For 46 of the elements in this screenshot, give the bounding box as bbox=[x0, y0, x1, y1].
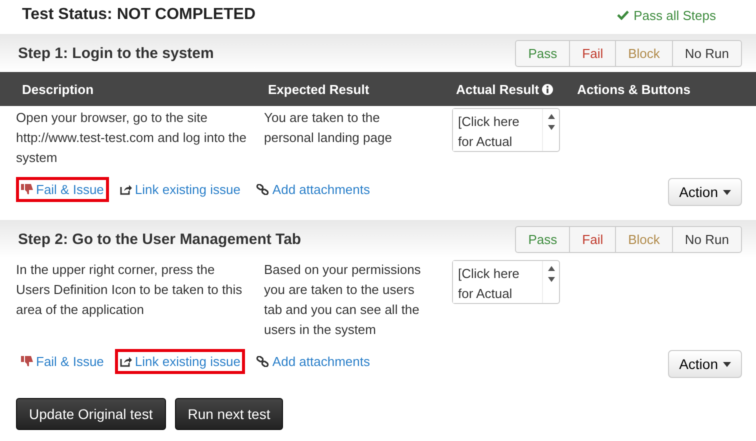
step-link[interactable]: Link existing issue bbox=[114, 348, 246, 374]
column-header: Description bbox=[22, 82, 95, 96]
actual-result-field[interactable]: [Click here for Actual bbox=[452, 108, 560, 152]
step-link[interactable]: Fail & Issue bbox=[16, 348, 109, 374]
step-title: Step 2: Go to the User Management Tab bbox=[18, 230, 302, 248]
step-description: Open your browser, go to the site http://www.test-test.com and log into the system bbox=[16, 109, 248, 167]
pass-all-steps-link[interactable]: Pass all Steps bbox=[616, 8, 716, 22]
column-header: Expected Result bbox=[268, 82, 370, 96]
result-button[interactable]: Pass bbox=[515, 226, 570, 252]
scroll-down-icon[interactable] bbox=[548, 277, 554, 282]
result-button[interactable]: Fail bbox=[569, 40, 616, 66]
result-button[interactable]: Block bbox=[615, 226, 673, 252]
result-button[interactable]: Fail bbox=[569, 226, 616, 252]
expected-result: Based on your permissions you are taken to the users tab and you can see all the users in the system bbox=[264, 261, 422, 339]
scroll-down-icon[interactable] bbox=[548, 125, 554, 130]
expected-result: You are taken to the personal landing page bbox=[264, 109, 393, 147]
result-button[interactable]: No Run bbox=[672, 40, 742, 66]
step-link[interactable]: Link existing issue bbox=[114, 176, 246, 202]
step-link[interactable]: Fail & Issue bbox=[16, 176, 109, 202]
step-title: Step 1: Login to the system bbox=[18, 44, 214, 62]
result-button[interactable]: No Run bbox=[672, 226, 742, 252]
footer-button[interactable]: Run next test bbox=[174, 398, 284, 430]
actual-result-field[interactable]: [Click here for Actual bbox=[452, 260, 560, 304]
chain-link-icon bbox=[256, 356, 270, 366]
share-icon bbox=[120, 184, 132, 194]
column-header: Actual Result bbox=[456, 82, 540, 96]
chain-link-icon bbox=[256, 184, 270, 194]
action-dropdown-button[interactable]: Action bbox=[668, 350, 742, 378]
column-header: Actions & Buttons bbox=[577, 82, 690, 96]
caret-icon bbox=[723, 190, 731, 194]
step-link[interactable]: Add attachments bbox=[251, 176, 375, 202]
result-button[interactable]: Pass bbox=[515, 40, 570, 66]
scroll-up-icon[interactable] bbox=[548, 266, 554, 271]
info-icon bbox=[542, 84, 554, 94]
step-description: In the upper right corner, press the Users Definition Icon to be taken to this area of the application bbox=[16, 261, 244, 319]
action-dropdown-button[interactable]: Action bbox=[668, 178, 742, 206]
test-status-title: Test Status: NOT COMPLETED bbox=[22, 6, 256, 24]
result-button[interactable]: Block bbox=[615, 40, 673, 66]
scroll-up-icon[interactable] bbox=[548, 114, 554, 119]
share-icon bbox=[120, 356, 132, 366]
thumbs-down-icon bbox=[21, 184, 33, 194]
step-link[interactable]: Add attachments bbox=[251, 348, 375, 374]
caret-icon bbox=[723, 362, 731, 366]
footer-button[interactable]: Update Original test bbox=[16, 398, 166, 430]
checkmark-icon bbox=[616, 10, 629, 20]
thumbs-down-icon bbox=[21, 356, 33, 366]
